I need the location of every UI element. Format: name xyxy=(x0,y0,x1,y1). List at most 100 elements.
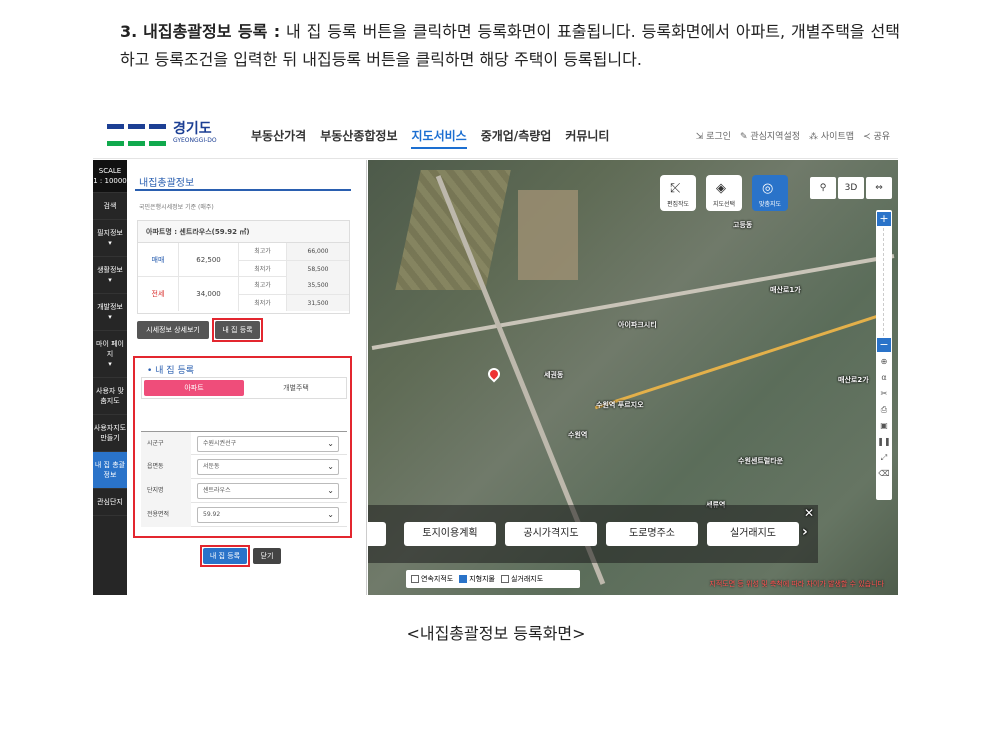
apartment-name: 아파트명 : 센트라우스(59.92 ㎡) xyxy=(138,221,349,243)
instruction-paragraph: 3. 내집총괄정보 등록 : 내 집 등록 버튼을 클릭하면 등록화면이 표출됩… xyxy=(120,18,900,74)
field-area: 전용면적 59.92 ⌄ xyxy=(141,503,347,527)
zoom-slider[interactable] xyxy=(883,228,892,336)
nav-item-broker[interactable]: 중개업/측량업 xyxy=(481,127,552,149)
satellite-map[interactable]: 고등동 매산로1가 매산로2가 아이파크시티 수원역 수원역 푸르지오 수원센트… xyxy=(368,160,898,595)
rail-item-dev[interactable]: 개발정보 ▾ xyxy=(93,294,127,331)
location-pin-icon[interactable] xyxy=(485,365,503,383)
rail-item-interest[interactable]: 관심단지 xyxy=(93,489,127,516)
sigungu-select[interactable]: 수원시권선구 ⌄ xyxy=(197,436,339,452)
chevron-down-icon: ⌄ xyxy=(327,439,334,448)
zoom-toolbar: + − ⊕ α ✂ ⎙ ▣ ❚❚ ⤢ ⌫ xyxy=(876,210,892,500)
chevron-down-icon: ⌄ xyxy=(327,486,334,495)
rail-item-search[interactable]: 검색 xyxy=(93,193,127,220)
logo-mark-icon xyxy=(107,124,167,146)
complex-select[interactable]: 센트라우스 ⌄ xyxy=(197,483,339,499)
scissors-icon[interactable]: ✂ xyxy=(876,386,892,402)
tool-edit-draw[interactable]: ⤪ 편집작도 xyxy=(660,175,696,211)
panel-title: 내집총괄정보 xyxy=(139,178,195,189)
submit-register-button[interactable]: 내 집 등록 xyxy=(203,548,247,564)
sitemap-link[interactable]: ⁂ 사이트맵 xyxy=(809,129,854,142)
rail-item-parcel[interactable]: 필지정보 ▾ xyxy=(93,220,127,257)
close-button[interactable]: 닫기 xyxy=(253,548,281,564)
cursor-icon: ⤪ xyxy=(670,181,681,196)
tool-custom-map[interactable]: ◎ 맞춤지도 xyxy=(752,175,788,211)
logo-subtext: GYEONGGI-DO xyxy=(173,137,217,144)
real-transaction-map-button[interactable]: 실거래지도 xyxy=(707,522,799,546)
figure-caption: <내집총괄정보 등록화면> xyxy=(406,624,586,643)
left-rail: SCALE 1 : 10000 검색 필지정보 ▾ 생활정보 ▾ 개발정보 ▾ 마이 페… xyxy=(93,160,127,595)
land-use-plan-button[interactable]: 토지이용계획 xyxy=(404,522,496,546)
pause-icon[interactable]: ❚❚ xyxy=(876,434,892,450)
nav-item-map-service[interactable]: 지도서비스 xyxy=(411,127,467,149)
rail-item-user-map[interactable]: 사용자지도 만들기 xyxy=(93,415,127,452)
price-basis: 국민은행시세정보 기준 (매주) xyxy=(139,204,214,211)
layer-transaction[interactable]: 실거래지도 xyxy=(500,574,543,584)
layers-icon: ◈ xyxy=(716,181,726,196)
field-sigungu: 시군구 수원시권선구 ⌄ xyxy=(141,431,347,456)
locate-icon[interactable]: ⊕ xyxy=(876,354,892,370)
layer-checkboxes: 연속지적도 지형지물 실거래지도 xyxy=(406,570,580,588)
eupmyeondong-select[interactable]: 서둔동 ⌄ xyxy=(197,459,339,475)
my-home-register-button[interactable]: 내 집 등록 xyxy=(215,321,260,339)
map-notice: 지적도면 등 위성 및 축척에 따라 차이가 발생할 수 있습니다 xyxy=(709,580,884,588)
interest-area-link[interactable]: ✎ 관심지역설정 xyxy=(740,129,800,142)
view-toggles: ⚲ 3D ⇔ xyxy=(810,177,892,199)
main-nav: 부동산가격 부동산종합정보 지도서비스 중개업/측량업 커뮤니티 xyxy=(251,127,609,149)
official-price-map-button[interactable]: 공시가격지도 xyxy=(505,522,597,546)
my-home-panel: 내집총괄정보 국민은행시세정보 기준 (매주) 아파트명 : 센트라우스(59.… xyxy=(127,160,367,595)
utility-links: ⇲ 로그인 ✎ 관심지역설정 ⁂ 사이트맵 ≺ 공유 xyxy=(696,129,890,142)
chevron-down-icon: ⌄ xyxy=(327,462,334,471)
farmland-area xyxy=(395,170,511,290)
step-number: 3. xyxy=(120,22,138,41)
checkbox-icon xyxy=(411,575,419,583)
rail-item-mypage[interactable]: 마이 페이지 ▾ xyxy=(93,331,127,378)
road-address-button[interactable]: 도로명주소 xyxy=(606,522,698,546)
field-eupmyeondong: 읍면동 서둔동 ⌄ xyxy=(141,455,347,479)
tool-map-select[interactable]: ◈ 지도선택 xyxy=(706,175,742,211)
area-select[interactable]: 59.92 ⌄ xyxy=(197,507,339,523)
panel-title-underline xyxy=(135,189,351,191)
step-title: 내집총괄정보 등록 : xyxy=(143,22,281,41)
checkbox-icon xyxy=(500,575,509,583)
tab-apartment[interactable]: 아파트 xyxy=(144,380,244,396)
nav-item-community[interactable]: 커뮤니티 xyxy=(565,127,609,149)
split-view-icon[interactable]: ⇔ xyxy=(866,177,892,199)
streetview-icon[interactable]: ⚲ xyxy=(810,177,836,199)
scroll-left-button[interactable] xyxy=(368,522,386,546)
gyeonggi-logo[interactable]: 경기도 GYEONGGI-DO xyxy=(107,122,217,148)
checkbox-checked-icon xyxy=(459,575,468,583)
save-icon[interactable]: ▣ xyxy=(876,418,892,434)
layer-cadastral[interactable]: 연속지적도 xyxy=(411,574,453,584)
scale-indicator: SCALE 1 : 10000 xyxy=(93,160,127,193)
field-complex: 단지명 센트라우스 ⌄ xyxy=(141,479,347,503)
measure-area-icon[interactable]: α xyxy=(876,370,892,386)
chevron-down-icon: ⌄ xyxy=(327,510,334,519)
target-icon: ◎ xyxy=(762,181,774,196)
rail-item-life[interactable]: 생활정보 ▾ xyxy=(93,257,127,294)
share-link[interactable]: ≺ 공유 xyxy=(863,129,890,142)
layer-terrain[interactable]: 지형지물 xyxy=(459,574,495,584)
price-table: 아파트명 : 센트라우스(59.92 ㎡) 매매 62,500 최고가 66,0… xyxy=(137,220,350,314)
register-title: • 내 집 등록 xyxy=(147,366,195,376)
construction-site xyxy=(518,190,578,280)
rail-item-custom-map[interactable]: 사용자 맞춤지도 xyxy=(93,378,127,415)
zoom-out-button[interactable]: − xyxy=(877,338,891,352)
nav-item-realestate[interactable]: 부동산종합정보 xyxy=(320,127,397,149)
rail-item-my-home[interactable]: 내 집 총괄정보 xyxy=(93,452,127,489)
login-link[interactable]: ⇲ 로그인 xyxy=(696,129,731,142)
eraser-icon[interactable]: ⌫ xyxy=(876,466,892,482)
chevron-right-icon[interactable]: › xyxy=(802,524,808,540)
logo-text: 경기도 xyxy=(173,121,212,137)
top-header: 경기도 GYEONGGI-DO 부동산가격 부동산종합정보 지도서비스 중개업/… xyxy=(93,113,898,159)
zoom-in-button[interactable]: + xyxy=(877,212,891,226)
close-icon[interactable]: ✕ xyxy=(804,506,814,520)
print-icon[interactable]: ⎙ xyxy=(876,402,892,418)
price-row-sale: 매매 62,500 최고가 66,000 최저가 58,500 xyxy=(138,243,349,277)
3d-toggle[interactable]: 3D xyxy=(838,177,864,199)
tab-detached-house[interactable]: 개별주택 xyxy=(246,378,346,398)
price-detail-button[interactable]: 시세정보 상세보기 xyxy=(137,321,209,339)
register-form: • 내 집 등록 아파트 개별주택 시군구 수원시권선구 ⌄ 읍면동 서둔동 ⌄ 단… xyxy=(137,357,351,531)
fullscreen-icon[interactable]: ⤢ xyxy=(876,450,892,466)
nav-item-price[interactable]: 부동산가격 xyxy=(251,127,306,149)
price-row-jeonse: 전세 34,000 최고가 35,500 최저가 31,500 xyxy=(138,277,349,311)
